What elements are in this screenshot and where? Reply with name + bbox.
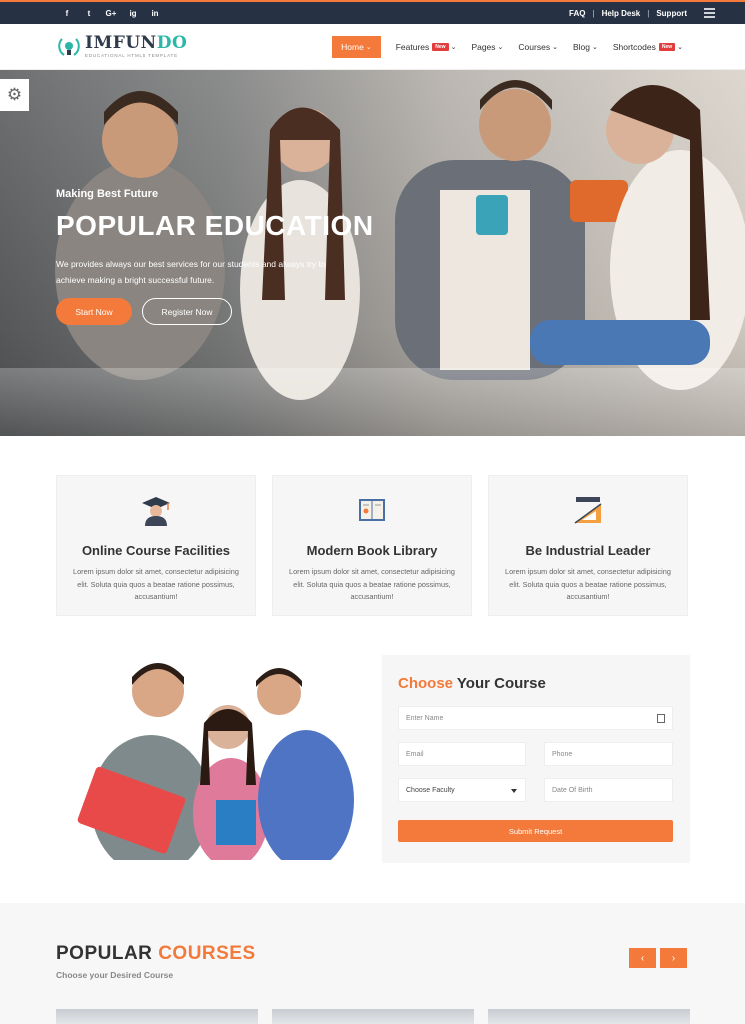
facebook-icon[interactable]: f: [56, 9, 78, 18]
course-card[interactable]: [272, 1009, 474, 1024]
faculty-select[interactable]: Choose Faculty: [398, 778, 526, 802]
twitter-icon[interactable]: t: [78, 9, 100, 18]
feature-text: Lorem ipsum dolor sit amet, consectetur …: [289, 567, 455, 601]
feature-title: Be Industrial Leader: [525, 543, 651, 558]
logo-tagline: EDUCATIONAL HTML5 TEMPLATE: [85, 53, 178, 58]
features-section: Online Course Facilities Lorem ipsum dol…: [56, 475, 690, 616]
laurel-logo-icon: [58, 37, 80, 56]
menu-icon[interactable]: [704, 8, 715, 18]
top-bar: f t G+ ig in FAQ | Help Desk | Support: [0, 0, 745, 24]
feature-text: Lorem ipsum dolor sit amet, consectetur …: [73, 567, 239, 601]
caret-down-icon: [511, 789, 517, 793]
support-link[interactable]: Support: [656, 9, 687, 18]
book-icon: [359, 499, 385, 521]
nav-pages[interactable]: Pages ⌄: [471, 36, 503, 58]
nav-shortcodes[interactable]: Shortcodes New ⌄: [613, 36, 683, 58]
popular-courses-section: POPULAR COURSES Choose your Desired Cour…: [0, 903, 745, 1024]
form-title: Choose Your Course: [398, 675, 546, 692]
hero-content: Making Best Future POPULAR EDUCATION We …: [56, 188, 374, 288]
email-input[interactable]: Email: [398, 742, 526, 766]
section-subtitle: Choose your Desired Course: [56, 970, 174, 980]
hero-kicker: Making Best Future: [56, 188, 159, 200]
nav-courses[interactable]: Courses ⌄: [518, 36, 558, 58]
linkedin-icon[interactable]: in: [144, 9, 166, 18]
chevron-down-icon: ⌄: [365, 44, 372, 51]
feature-title: Online Course Facilities: [81, 543, 231, 558]
feature-card: Modern Book Library Lorem ipsum dolor si…: [272, 475, 472, 616]
feature-title: Modern Book Library: [306, 543, 438, 558]
ruler-triangle-icon: [574, 497, 602, 524]
start-now-button[interactable]: Start Now: [56, 298, 132, 325]
students-image: [77, 663, 354, 860]
hero-description: We provides always our best services for…: [56, 259, 326, 285]
new-badge: New: [432, 43, 449, 51]
new-badge: New: [658, 43, 676, 51]
chevron-down-icon: ⌄: [450, 44, 457, 51]
gear-icon[interactable]: ⚙: [0, 79, 29, 111]
hero-title: POPULAR EDUCATION: [56, 210, 374, 241]
hero-buttons: Start Now Register Now: [56, 298, 232, 325]
divider: |: [592, 8, 595, 18]
register-now-button[interactable]: Register Now: [142, 298, 232, 325]
prev-arrow-button[interactable]: ‹: [629, 948, 656, 968]
next-arrow-button[interactable]: ›: [660, 948, 687, 968]
submit-request-button[interactable]: Submit Request: [398, 820, 673, 842]
nav-features[interactable]: Features New ⌄: [396, 36, 457, 58]
chevron-down-icon: ⌄: [552, 44, 558, 51]
phone-input[interactable]: Phone: [544, 742, 673, 766]
hero-floor: [0, 368, 745, 436]
instagram-icon[interactable]: ig: [122, 9, 144, 18]
logo[interactable]: IMFUNDO EDUCATIONAL HTML5 TEMPLATE: [56, 35, 187, 58]
graduate-icon: [142, 497, 170, 526]
main-nav: Home ⌄ Features New ⌄ Pages ⌄ Courses ⌄ Blog ⌄…: [332, 36, 683, 58]
feature-text: Lorem ipsum dolor sit amet, consectetur …: [505, 567, 671, 601]
feature-card: Online Course Facilities Lorem ipsum dol…: [56, 475, 256, 616]
course-card[interactable]: [488, 1009, 690, 1024]
logo-text: IMFUNDO: [85, 33, 188, 53]
social-links: f t G+ ig in: [56, 9, 166, 18]
site-header: IMFUNDO EDUCATIONAL HTML5 TEMPLATE Home ⌄…: [0, 24, 745, 70]
google-plus-icon[interactable]: G+: [100, 9, 122, 18]
user-card-icon: [657, 714, 665, 723]
top-links: FAQ | Help Desk | Support: [569, 2, 687, 24]
choose-course-form: Choose Your Course Enter Name Email Phon…: [382, 655, 690, 863]
nav-home[interactable]: Home ⌄: [332, 36, 381, 58]
feature-card: Be Industrial Leader Lorem ipsum dolor s…: [488, 475, 688, 616]
course-card[interactable]: [56, 1009, 258, 1024]
section-title: POPULAR COURSES: [56, 943, 256, 964]
dob-input[interactable]: Date Of Birth: [544, 778, 673, 802]
name-input[interactable]: Enter Name: [398, 706, 673, 730]
help-desk-link[interactable]: Help Desk: [602, 9, 641, 18]
faq-link[interactable]: FAQ: [569, 9, 585, 18]
divider: |: [647, 8, 650, 18]
nav-blog[interactable]: Blog ⌄: [573, 36, 598, 58]
chevron-down-icon: ⌄: [591, 44, 598, 51]
chevron-down-icon: ⌄: [497, 44, 504, 51]
hero-banner: Making Best Future POPULAR EDUCATION We …: [0, 70, 745, 436]
chevron-down-icon: ⌄: [677, 44, 683, 51]
